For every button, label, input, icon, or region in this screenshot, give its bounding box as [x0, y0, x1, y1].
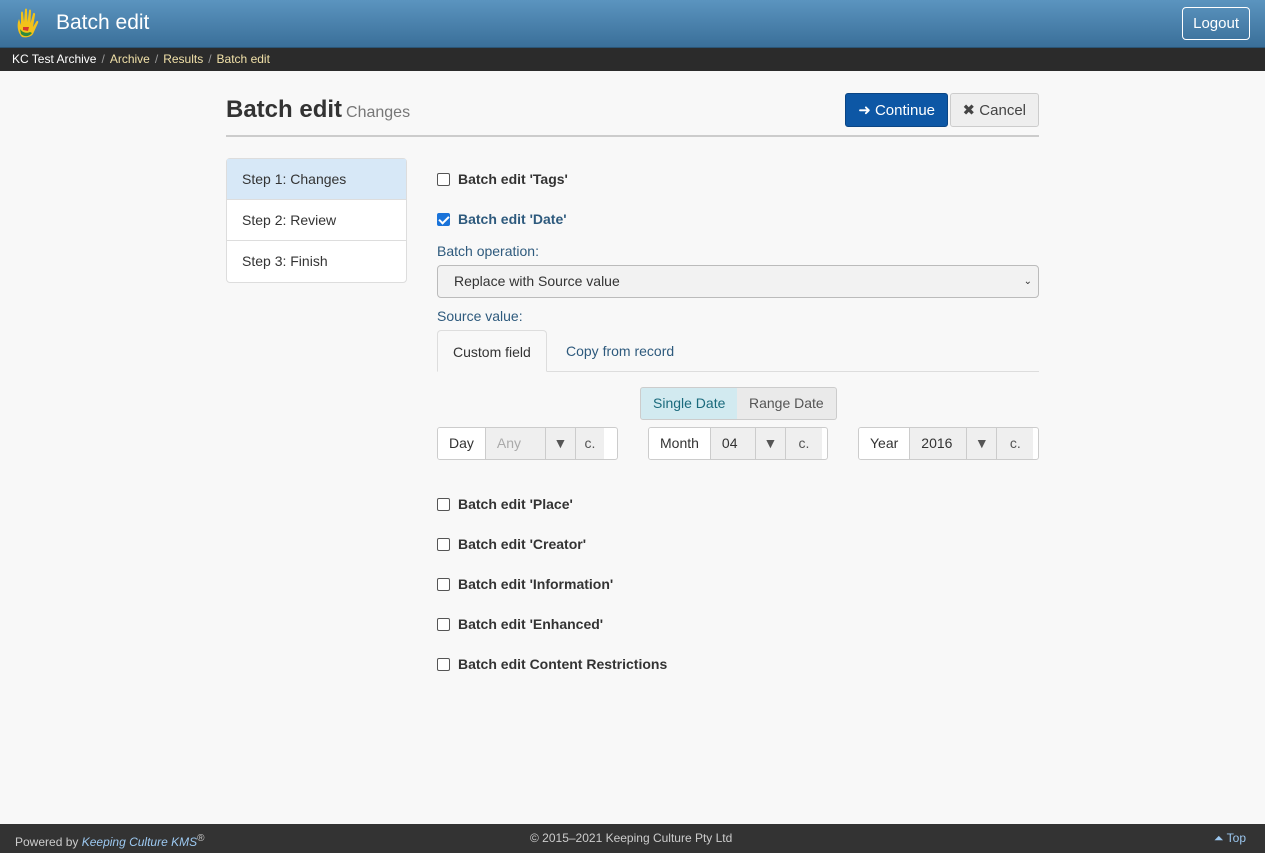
month-circa-button[interactable]: c.	[785, 428, 822, 459]
powered-brand-link[interactable]: Keeping Culture KMS	[82, 835, 197, 849]
continue-label: Continue	[874, 102, 935, 119]
month-field: Month 04 ▼ c.	[648, 427, 828, 460]
app-title: Batch edit	[56, 11, 150, 34]
day-field: Day Any ▼ c.	[437, 427, 618, 460]
date-checkbox[interactable]	[437, 213, 450, 226]
place-label: Batch edit 'Place'	[458, 496, 573, 512]
caret-down-icon[interactable]: ▼	[545, 428, 576, 459]
cancel-label: Cancel	[979, 102, 1026, 119]
chevron-down-icon: ⌄	[1023, 276, 1032, 287]
registered-mark: ®	[197, 833, 205, 844]
tab-copy-from-record[interactable]: Copy from record	[551, 330, 689, 372]
breadcrumb-item-archive-name[interactable]: KC Test Archive	[12, 52, 96, 66]
copyright: © 2015–2021 Keeping Culture Pty Ltd	[530, 831, 733, 845]
month-input[interactable]: 04	[710, 428, 756, 459]
caret-down-icon[interactable]: ▼	[755, 428, 786, 459]
year-field: Year 2016 ▼ c.	[858, 427, 1039, 460]
hand-logo-icon	[17, 8, 39, 38]
year-circa-button[interactable]: c.	[997, 428, 1034, 459]
top-label: Top	[1226, 831, 1246, 845]
arrow-up-icon: ⏶	[1213, 831, 1224, 845]
page-subtitle: Changes	[346, 104, 411, 121]
logout-button[interactable]: Logout	[1182, 7, 1250, 40]
breadcrumb-separator: /	[208, 52, 212, 66]
back-to-top-link[interactable]: ⏶ Top	[1214, 824, 1246, 853]
year-label: Year	[859, 428, 911, 459]
enhanced-label: Batch edit 'Enhanced'	[458, 616, 604, 632]
day-label: Day	[438, 428, 486, 459]
enhanced-option[interactable]: Batch edit 'Enhanced'	[437, 613, 603, 635]
year-input[interactable]: 2016	[910, 428, 968, 459]
breadcrumb: KC Test Archive / Archive / Results / Batch ed…	[0, 48, 1265, 71]
breadcrumb-item-current: Batch edit	[216, 52, 270, 66]
cancel-button[interactable]: ✖ Cancel	[949, 93, 1039, 127]
close-icon: ✖	[962, 102, 976, 119]
top-bar: Batch edit Logout	[0, 0, 1265, 48]
arrow-right-icon: ➜	[858, 102, 871, 119]
batch-operation-label: Batch operation:	[437, 243, 539, 259]
creator-label: Batch edit 'Creator'	[458, 536, 587, 552]
step-changes[interactable]: Step 1: Changes	[227, 159, 406, 200]
place-checkbox[interactable]	[437, 498, 450, 511]
step-finish[interactable]: Step 3: Finish	[227, 241, 406, 282]
creator-checkbox[interactable]	[437, 538, 450, 551]
breadcrumb-item-results[interactable]: Results	[163, 52, 203, 66]
continue-button[interactable]: ➜ Continue	[845, 93, 948, 127]
enhanced-checkbox[interactable]	[437, 618, 450, 631]
footer: Powered by Keeping Culture KMS® © 2015–2…	[0, 824, 1265, 853]
tags-option[interactable]: Batch edit 'Tags'	[437, 168, 568, 190]
content-restrictions-label: Batch edit Content Restrictions	[458, 656, 668, 672]
breadcrumb-separator: /	[101, 52, 105, 66]
breadcrumb-item-archive[interactable]: Archive	[110, 52, 150, 66]
caret-down-icon[interactable]: ▼	[967, 428, 998, 459]
range-date-button[interactable]: Range Date	[737, 387, 837, 420]
page-header: Batch edit Changes ➜ Continue ✖ Cancel	[226, 84, 1039, 137]
day-input[interactable]: Any	[485, 428, 546, 459]
month-label: Month	[649, 428, 711, 459]
tab-custom-field[interactable]: Custom field	[437, 330, 547, 372]
batch-operation-select[interactable]: Replace with Source value ⌄	[437, 265, 1039, 298]
powered-prefix: Powered by	[15, 835, 79, 849]
powered-by: Powered by Keeping Culture KMS®	[15, 824, 205, 853]
information-label: Batch edit 'Information'	[458, 576, 614, 592]
date-option[interactable]: Batch edit 'Date'	[437, 208, 567, 230]
single-date-button[interactable]: Single Date	[640, 387, 739, 420]
creator-option[interactable]: Batch edit 'Creator'	[437, 533, 586, 555]
source-tabs: Custom field Copy from record	[437, 330, 1039, 372]
batch-operation-value: Replace with Source value	[454, 273, 620, 289]
day-circa-button[interactable]: c.	[575, 428, 604, 459]
information-checkbox[interactable]	[437, 578, 450, 591]
tags-checkbox[interactable]	[437, 173, 450, 186]
content-restrictions-checkbox[interactable]	[437, 658, 450, 671]
content-restrictions-option[interactable]: Batch edit Content Restrictions	[437, 653, 667, 675]
page-title: Batch edit Changes	[226, 96, 410, 124]
breadcrumb-separator: /	[154, 52, 159, 66]
tags-label: Batch edit 'Tags'	[458, 171, 568, 187]
steps-list: Step 1: Changes Step 2: Review Step 3: F…	[226, 158, 407, 283]
date-label: Batch edit 'Date'	[458, 211, 567, 227]
place-option[interactable]: Batch edit 'Place'	[437, 493, 573, 515]
information-option[interactable]: Batch edit 'Information'	[437, 573, 613, 595]
source-value-label: Source value:	[437, 308, 523, 324]
step-review[interactable]: Step 2: Review	[227, 200, 406, 241]
page-title-text: Batch edit	[226, 96, 343, 123]
